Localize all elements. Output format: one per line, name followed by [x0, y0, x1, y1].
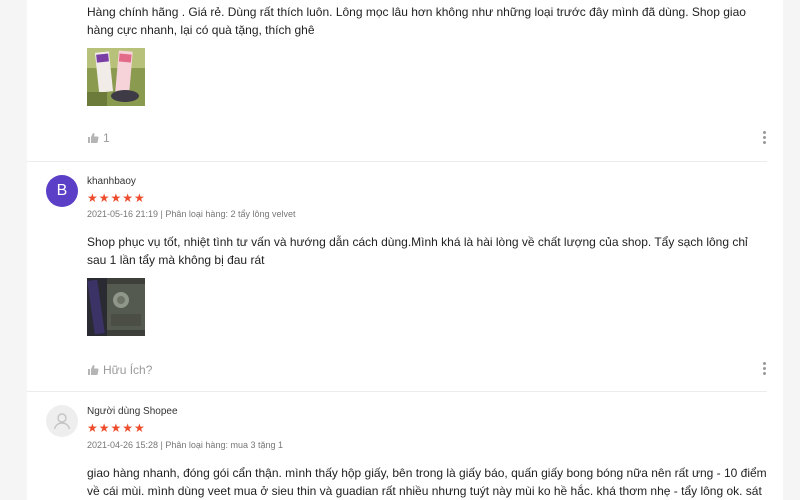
- reviews-panel: Hàng chính hãng . Giá rẻ. Dùng rất thích…: [27, 0, 783, 500]
- helpful-label: Hữu Ích?: [103, 363, 153, 377]
- like-button[interactable]: 1: [87, 131, 110, 145]
- avatar[interactable]: [46, 405, 78, 437]
- review-author[interactable]: Người dùng Shopee: [87, 406, 178, 417]
- product-photo-image: [87, 278, 145, 336]
- review-meta: 2021-05-16 21:19 | Phân loại hàng: 2 tẩy…: [87, 209, 296, 219]
- rating-stars: ★★★★★: [87, 191, 146, 205]
- review-2: B khanhbaoy ★★★★★ 2021-05-16 21:19 | Phâ…: [27, 162, 767, 391]
- review-3: Người dùng Shopee ★★★★★ 2021-04-26 15:28…: [27, 392, 767, 500]
- review-text: giao hàng nhanh, đóng gói cẩn thận. mình…: [87, 466, 767, 498]
- product-photo-image: [87, 48, 145, 106]
- review-photo[interactable]: [87, 278, 145, 336]
- avatar[interactable]: B: [46, 175, 78, 207]
- thumbs-up-icon: [88, 133, 99, 143]
- review-1: Hàng chính hãng . Giá rẻ. Dùng rất thích…: [27, 0, 767, 162]
- review-text: Hàng chính hãng . Giá rẻ. Dùng rất thích…: [87, 5, 746, 37]
- review-meta: 2021-04-26 15:28 | Phân loại hàng: mua 3…: [87, 440, 283, 450]
- review-photo[interactable]: [87, 48, 145, 106]
- like-count: 1: [103, 131, 110, 145]
- review-author[interactable]: khanhbaoy: [87, 176, 136, 187]
- review-text: Shop phục vụ tốt, nhiệt tình tư vấn và h…: [87, 235, 748, 267]
- more-options-button[interactable]: [761, 131, 767, 145]
- user-icon: [53, 413, 71, 430]
- rating-stars: ★★★★★: [87, 421, 146, 435]
- avatar-letter: B: [56, 182, 68, 199]
- thumbs-up-icon: [88, 365, 99, 375]
- helpful-button[interactable]: Hữu Ích?: [87, 363, 152, 377]
- more-options-button[interactable]: [761, 362, 767, 376]
